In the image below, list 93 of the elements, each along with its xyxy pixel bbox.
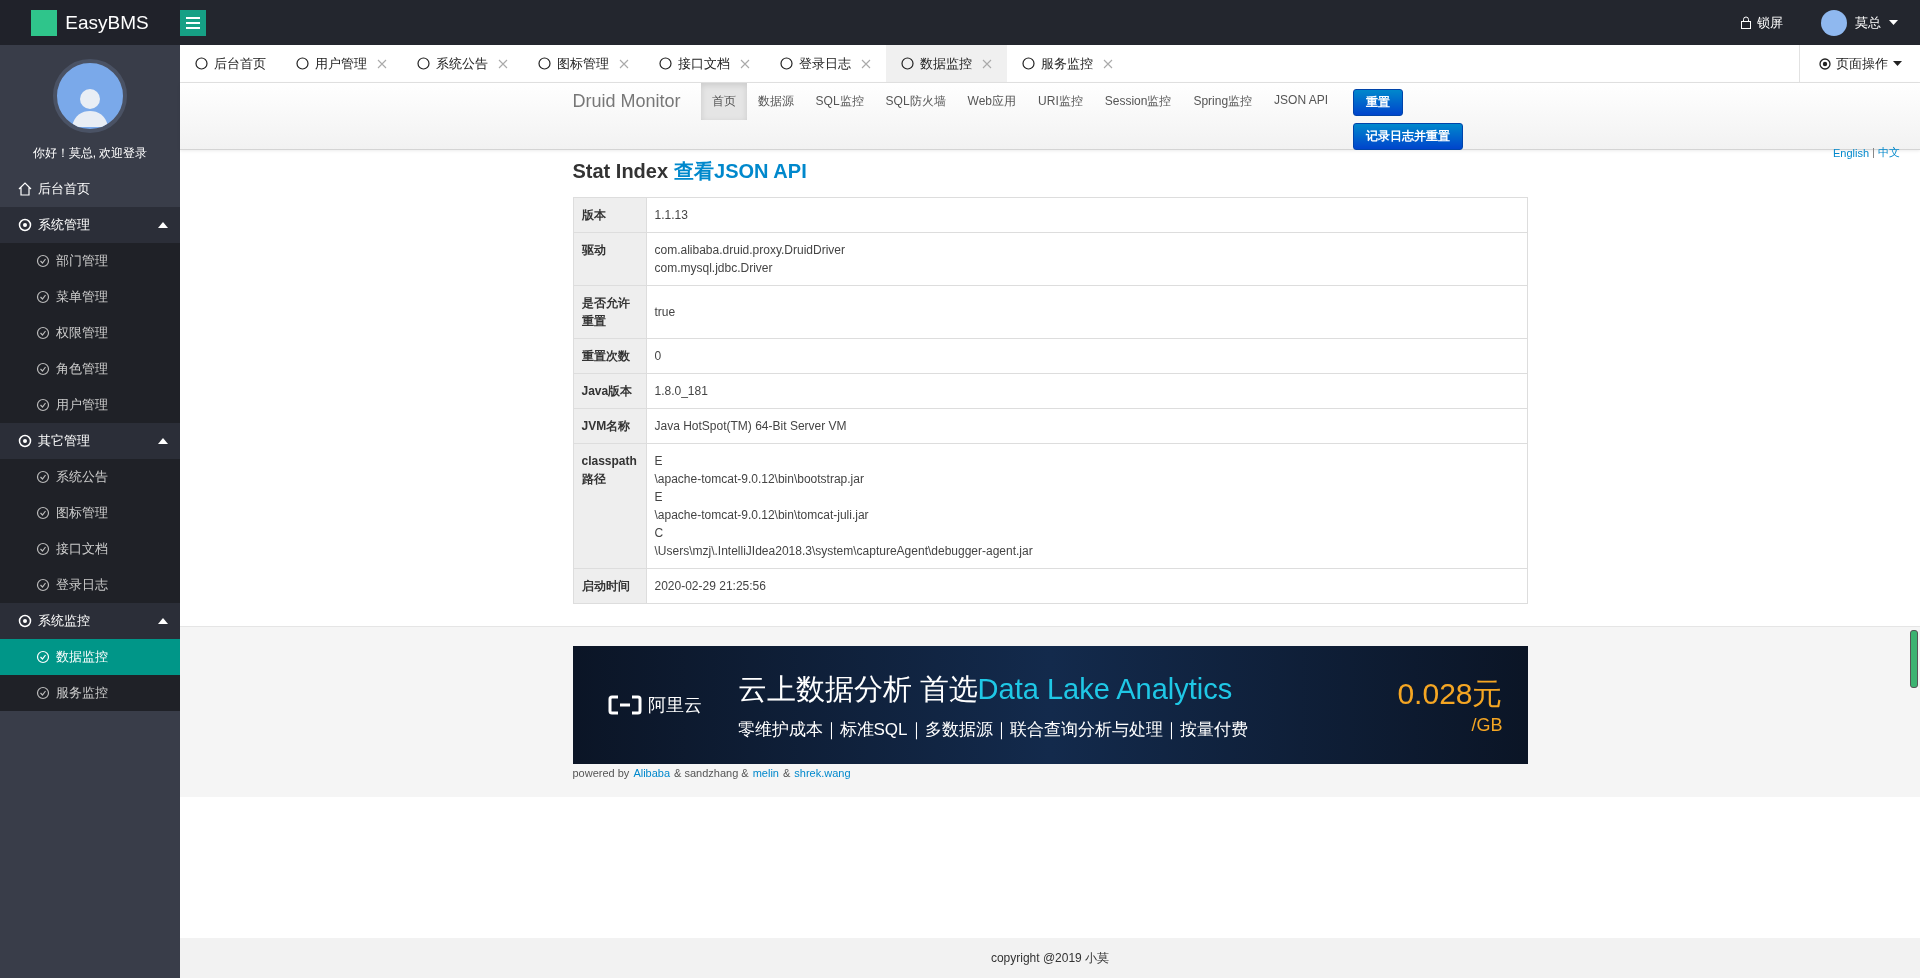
- user-menu[interactable]: 莫总: [1821, 9, 1898, 36]
- sidebar-group[interactable]: 系统管理: [0, 207, 180, 243]
- lock-screen-link[interactable]: 锁屏: [1740, 13, 1783, 32]
- reset-button[interactable]: 重置: [1353, 89, 1404, 116]
- caret-icon: [1892, 61, 1902, 66]
- table-cell: 0: [646, 338, 1527, 374]
- sidebar-item[interactable]: 服务监控: [0, 675, 180, 711]
- credit-link[interactable]: melin: [752, 767, 779, 779]
- table-cell: 2020-02-29 21:25:56: [646, 568, 1527, 604]
- close-icon[interactable]: [377, 58, 387, 69]
- tab[interactable]: 接口文档: [644, 45, 765, 82]
- caret-icon: [1889, 20, 1898, 25]
- row-label: 版本: [573, 197, 646, 233]
- row-label: 重置次数: [573, 338, 646, 374]
- cloud-logo-icon: [608, 695, 642, 715]
- caret-icon: [158, 222, 168, 228]
- credit-text: & sandzhang &: [674, 767, 749, 779]
- logo-icon: [31, 9, 58, 36]
- menu-toggle-button[interactable]: [180, 9, 206, 36]
- sidebar-item[interactable]: 部门管理: [0, 243, 180, 279]
- sidebar-item[interactable]: 接口文档: [0, 531, 180, 567]
- table-cell: Java HotSpot(TM) 64-Bit Server VM: [646, 408, 1527, 444]
- tab[interactable]: 登录日志: [765, 45, 886, 82]
- brand-text: Druid Monitor: [572, 90, 682, 112]
- page-actions-dropdown[interactable]: 页面操作: [1799, 45, 1920, 82]
- banner-price: 0.028元: [1396, 676, 1503, 712]
- row-label: JVM名称: [573, 408, 646, 444]
- tab[interactable]: 图标管理: [523, 45, 644, 82]
- close-icon[interactable]: [498, 58, 508, 69]
- tab[interactable]: 系统公告: [402, 45, 523, 82]
- caret-icon: [158, 438, 168, 444]
- row-label: 是否允许重置: [573, 285, 646, 339]
- radio-icon: [1818, 57, 1831, 70]
- language-link[interactable]: English: [1832, 146, 1869, 159]
- banner-subline: 零维护成本｜标准SQL｜多数据源｜联合查询分析与处理｜按量付费: [737, 718, 1249, 741]
- log-and-reset-button[interactable]: 记录日志并重置: [1353, 123, 1464, 150]
- tab[interactable]: 用户管理: [281, 45, 402, 82]
- sidebar-item[interactable]: 登录日志: [0, 567, 180, 603]
- sidebar-group[interactable]: 系统监控: [0, 603, 180, 639]
- tab[interactable]: 服务监控: [1007, 45, 1128, 82]
- nav-link[interactable]: 首页: [700, 83, 747, 120]
- language-link[interactable]: 中文: [1878, 145, 1900, 160]
- nav-link[interactable]: Spring监控: [1182, 83, 1264, 120]
- json-api-link[interactable]: 查看JSON API: [674, 160, 807, 182]
- close-icon[interactable]: [982, 58, 992, 69]
- sidebar-item[interactable]: 数据监控: [0, 639, 180, 675]
- credit-text: powered by: [572, 767, 630, 779]
- nav-link[interactable]: Session监控: [1093, 83, 1183, 120]
- avatar: [1821, 9, 1847, 36]
- close-icon[interactable]: [1103, 58, 1113, 69]
- sidebar-item[interactable]: 菜单管理: [0, 279, 180, 315]
- credit-link[interactable]: Alibaba: [633, 767, 671, 779]
- sidebar-item[interactable]: 系统公告: [0, 459, 180, 495]
- sidebar-item[interactable]: 后台首页: [0, 171, 180, 207]
- nav-link[interactable]: SQL防火墙: [874, 83, 957, 120]
- copyright-text: copyright @2019 小莫: [990, 949, 1110, 967]
- row-label: 启动时间: [573, 568, 646, 604]
- sidebar-item[interactable]: 用户管理: [0, 387, 180, 423]
- table-cell: E \apache-tomcat-9.0.12\bin\bootstrap.jar E \apache-tomcat-9.0.12\bin\tomcat-juli.jar C \Users\mzj\.IntelliJIdea2018.3\system\captureAgent\debugger-agent.jar: [646, 443, 1527, 569]
- caret-icon: [158, 618, 168, 624]
- banner-unit: /GB: [1470, 715, 1503, 736]
- sidebar-item[interactable]: 图标管理: [0, 495, 180, 531]
- table-cell: true: [646, 285, 1527, 339]
- nav-link[interactable]: JSON API: [1263, 83, 1340, 117]
- scrollbar-thumb[interactable]: [1910, 630, 1918, 688]
- menu-icon: [186, 16, 200, 29]
- nav-link[interactable]: 数据源: [746, 83, 805, 120]
- nav-link[interactable]: Web应用: [956, 83, 1028, 120]
- credit-text: &: [783, 767, 791, 779]
- sidebar-item[interactable]: 权限管理: [0, 315, 180, 351]
- sidebar-group[interactable]: 其它管理: [0, 423, 180, 459]
- tab[interactable]: 数据监控: [886, 45, 1007, 82]
- row-label: classpath路径: [573, 443, 646, 569]
- banner-logo-text: 阿里云: [648, 694, 702, 717]
- ad-banner[interactable]: 阿里云 云上数据分析 首选Data Lake Analytics 零维护成本｜标准SQL｜多数据源｜联合查询分析与处理｜按量付费 0.028元 /GB: [572, 646, 1528, 764]
- banner-headline: 云上数据分析 首选Data Lake Analytics: [737, 671, 1234, 707]
- nav-link[interactable]: URI监控: [1027, 83, 1094, 120]
- close-icon[interactable]: [861, 58, 871, 69]
- table-cell: com.alibaba.druid.proxy.DruidDriver com.mysql.jdbc.Driver: [646, 232, 1527, 286]
- table-cell: 1.1.13: [646, 197, 1527, 233]
- greeting-text: 你好！莫总, 欢迎登录: [32, 145, 148, 162]
- row-label: 驱动: [573, 232, 646, 286]
- app-name: EasyBMS: [65, 11, 149, 34]
- nav-link[interactable]: SQL监控: [804, 83, 875, 120]
- page-title: Stat Index: [572, 160, 669, 182]
- credit-link[interactable]: shrek.wang: [794, 767, 851, 779]
- row-label: Java版本: [573, 373, 646, 409]
- table-cell: 1.8.0_181: [646, 373, 1527, 409]
- close-icon[interactable]: [619, 58, 629, 69]
- sidebar-item[interactable]: 角色管理: [0, 351, 180, 387]
- tab[interactable]: 后台首页: [180, 45, 281, 82]
- lock-icon: [1740, 16, 1752, 29]
- close-icon[interactable]: [740, 58, 750, 69]
